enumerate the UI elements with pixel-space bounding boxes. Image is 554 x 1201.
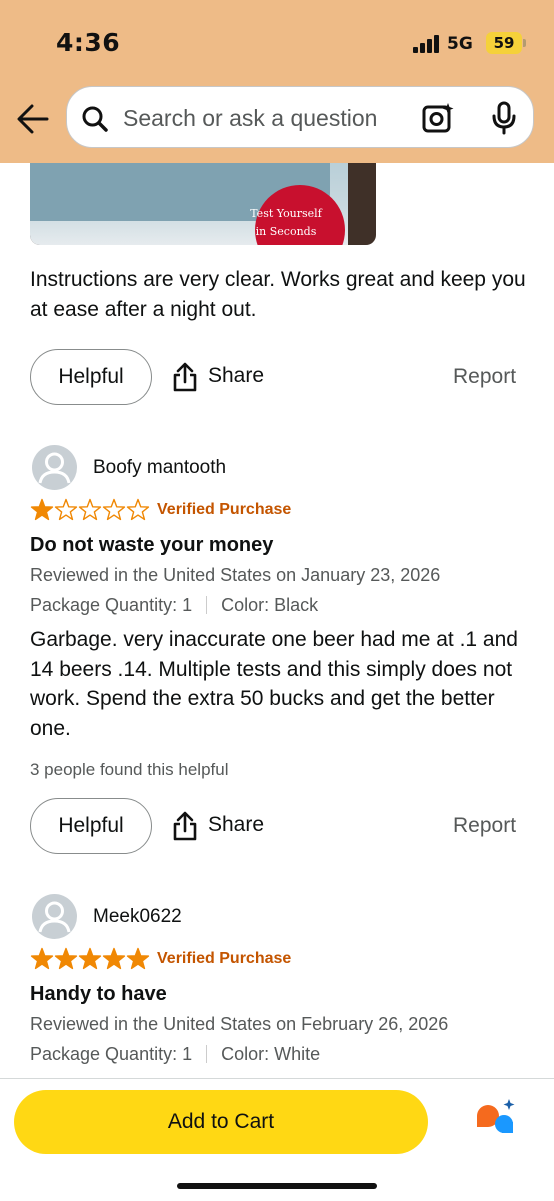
helpful-count: 3 people found this helpful — [30, 760, 229, 779]
star-icon — [30, 947, 54, 970]
battery-icon: 59 — [486, 32, 522, 54]
review-photo[interactable]: Test Yourself in Seconds — [30, 163, 376, 245]
star-icon — [78, 498, 102, 521]
package-quantity: Package Quantity: 1 — [30, 1044, 193, 1064]
microphone-icon[interactable] — [487, 101, 521, 135]
star-icon — [126, 947, 150, 970]
divider — [206, 1045, 208, 1063]
add-to-cart-button[interactable]: Add to Cart — [14, 1090, 428, 1154]
verified-purchase-badge: Verified Purchase — [157, 950, 292, 967]
report-link[interactable]: Report — [453, 365, 516, 389]
sticker-line-2: in Seconds — [255, 225, 317, 238]
search-icon — [82, 106, 108, 132]
product-color: Color: White — [221, 1044, 321, 1064]
battery-tip — [523, 39, 526, 47]
review-body: Garbage. very inaccurate one beer had me… — [30, 628, 518, 740]
helpful-button[interactable]: Helpful — [30, 798, 152, 854]
avatar — [32, 445, 77, 490]
share-icon — [173, 811, 197, 841]
star-rating — [30, 947, 150, 970]
rufus-assistant-icon[interactable] — [474, 1097, 518, 1137]
review-title[interactable]: Handy to have — [30, 983, 167, 1006]
helpful-button[interactable]: Helpful — [30, 349, 152, 405]
review-variant: Package Quantity: 1 Color: White — [30, 1044, 320, 1065]
verified-purchase-badge: Verified Purchase — [157, 501, 292, 518]
package-quantity: Package Quantity: 1 — [30, 595, 193, 615]
star-icon — [102, 947, 126, 970]
share-label: Share — [208, 813, 265, 836]
review-body: Instructions are very clear. Works great… — [30, 268, 526, 321]
header: 4:36 5G 59 Search or ask a question — [0, 0, 554, 163]
network-label: 5G — [447, 34, 473, 54]
star-icon — [54, 947, 78, 970]
bottom-bar: Add to Cart — [0, 1078, 554, 1201]
battery-level: 59 — [493, 34, 515, 52]
star-rating — [30, 498, 150, 521]
star-icon — [54, 498, 78, 521]
star-icon — [78, 947, 102, 970]
review-variant: Package Quantity: 1 Color: Black — [30, 595, 318, 616]
share-icon — [173, 362, 197, 392]
signal-icon — [413, 35, 441, 53]
share-label: Share — [208, 364, 265, 387]
review-date: Reviewed in the United States on January… — [30, 565, 441, 585]
reviewer-name: Meek0622 — [93, 906, 182, 927]
user-icon — [38, 901, 71, 933]
sticker-line-1: Test Yourself — [250, 207, 322, 220]
review-title[interactable]: Do not waste your money — [30, 534, 273, 557]
home-indicator[interactable] — [177, 1183, 377, 1189]
product-color: Color: Black — [221, 595, 319, 615]
search-placeholder: Search or ask a question — [123, 105, 378, 131]
back-arrow-icon[interactable] — [16, 100, 50, 138]
review-date: Reviewed in the United States on Februar… — [30, 1014, 449, 1034]
status-time: 4:36 — [56, 28, 121, 57]
star-icon — [30, 498, 54, 521]
avatar — [32, 894, 77, 939]
search-input[interactable]: Search or ask a question — [66, 86, 534, 148]
divider — [206, 596, 208, 614]
star-icon — [126, 498, 150, 521]
camera-icon[interactable] — [421, 101, 455, 135]
star-icon — [102, 498, 126, 521]
report-link[interactable]: Report — [453, 814, 516, 838]
user-icon — [38, 452, 71, 484]
reviewer-name: Boofy mantooth — [93, 457, 227, 478]
